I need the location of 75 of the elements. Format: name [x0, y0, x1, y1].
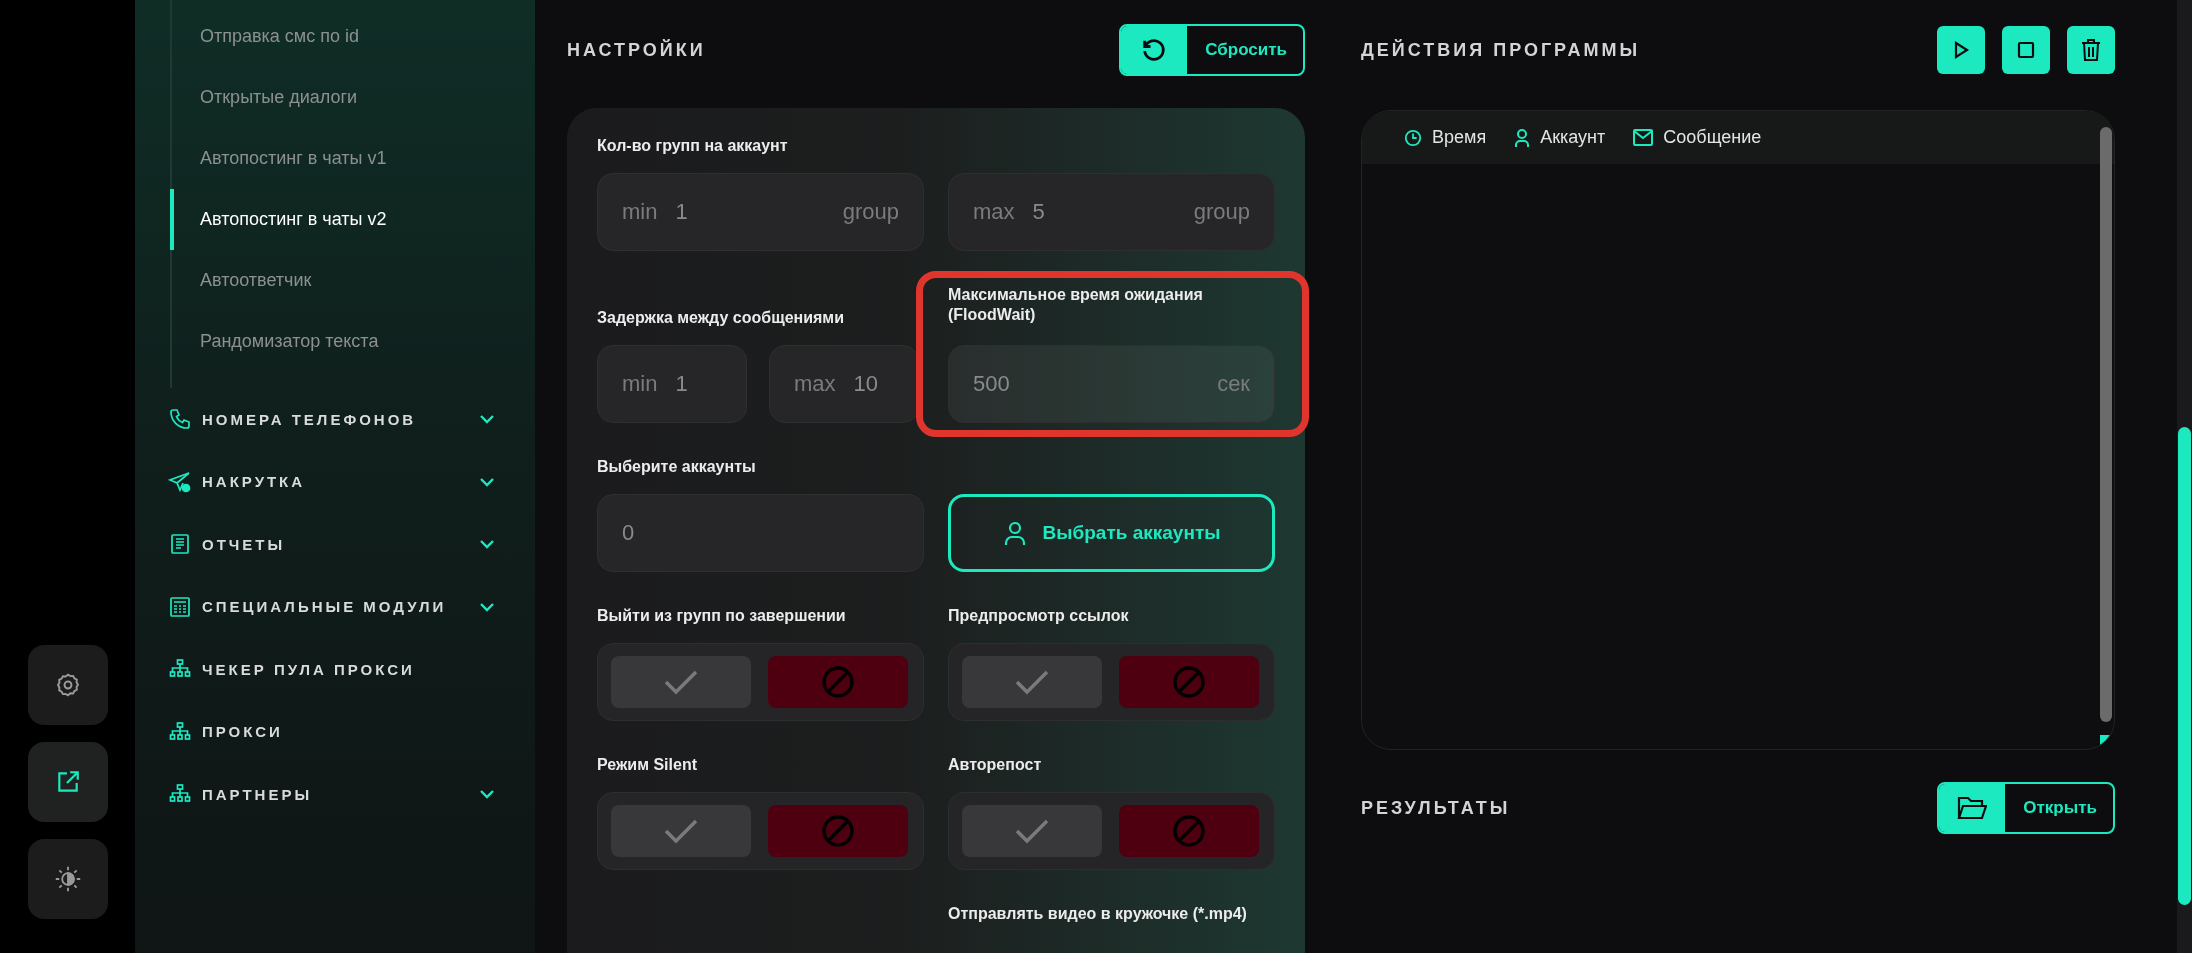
field-label: Режим Silent	[597, 755, 698, 775]
scrollbar[interactable]	[2100, 127, 2112, 722]
sidebar-item[interactable]: Автопостинг в чаты v2	[170, 189, 535, 250]
check-icon	[1014, 669, 1050, 695]
clock-icon	[1404, 128, 1422, 147]
stop-icon	[2016, 40, 2036, 60]
field-label: Выйти из групп по завершении	[597, 606, 847, 626]
section-title: ДЕЙСТВИЯ ПРОГРАММЫ	[1361, 39, 1641, 61]
column-header: Сообщение	[1663, 127, 1762, 148]
reset-button[interactable]: Сбросить	[1119, 24, 1305, 76]
section-title: НАСТРОЙКИ	[567, 39, 706, 61]
folder-icon	[1957, 795, 1988, 821]
sidebar-section[interactable]: ЧЕКЕР ПУЛА ПРОКСИ	[202, 660, 415, 678]
document-icon	[168, 532, 192, 557]
check-icon	[663, 669, 699, 695]
open-button[interactable]: Открыть	[1937, 782, 2115, 834]
chevron-icon[interactable]	[479, 601, 495, 612]
send-icon	[168, 469, 192, 494]
calculator-icon	[168, 594, 192, 619]
select-accounts-button[interactable]: Выбрать аккаунты	[948, 494, 1275, 572]
ban-icon	[1172, 814, 1206, 848]
field-label: Задержка между сообщениями	[597, 308, 846, 328]
sidebar-section[interactable]: НАКРУТКА	[202, 473, 306, 491]
sidebar-item[interactable]: Автоответчик	[170, 250, 535, 311]
chevron-icon[interactable]	[479, 539, 495, 550]
user-icon	[1514, 127, 1531, 148]
max-field[interactable]: max 5 group	[948, 173, 1275, 251]
theme-icon	[53, 865, 82, 893]
check-icon	[663, 818, 699, 844]
field-label: Выберите аккаунты	[597, 457, 757, 477]
ban-icon	[821, 814, 855, 848]
field-label: Кол-во групп на аккаунт	[597, 136, 789, 156]
delete-button[interactable]	[2067, 26, 2115, 74]
sidebar-item[interactable]: Отправка смс по id	[170, 6, 535, 67]
sidebar-item[interactable]: Рандомизатор текста	[170, 311, 535, 372]
input-field[interactable]: 500 сек	[948, 345, 1275, 423]
share-button[interactable]	[27, 742, 108, 822]
section-title: РЕЗУЛЬТАТЫ	[1361, 797, 1511, 819]
check-button[interactable]	[962, 656, 1102, 708]
mail-icon	[1633, 129, 1654, 146]
field-label: Предпросмотр ссылок	[948, 606, 1130, 626]
sidebar-section[interactable]: НОМЕРА ТЕЛЕФОНОВ	[202, 410, 417, 428]
sidebar-item[interactable]: Автопостинг в чаты v1	[170, 128, 535, 189]
check-button[interactable]	[962, 805, 1102, 857]
scrollbar[interactable]	[2178, 427, 2191, 905]
sidebar-section[interactable]: ОТЧЕТЫ	[202, 535, 286, 553]
settings-button[interactable]	[27, 645, 108, 725]
stop-button[interactable]	[2002, 26, 2050, 74]
phone-icon	[168, 407, 192, 432]
check-button[interactable]	[611, 805, 751, 857]
field-label: Максимальное время ожидания (FloodWait)	[948, 285, 1204, 325]
sidebar-section[interactable]: ПАРТНЕРЫ	[202, 785, 313, 803]
column-header: Время	[1432, 127, 1487, 148]
chevron-icon[interactable]	[479, 414, 495, 425]
ban-icon	[1172, 665, 1206, 699]
ban-icon	[821, 665, 855, 699]
sidebar-section[interactable]: СПЕЦИАЛЬНЫЕ МОДУЛИ	[202, 598, 447, 616]
input-field[interactable]: 0	[597, 494, 924, 572]
check-button[interactable]	[611, 656, 751, 708]
sidebar-item[interactable]: Открытые диалоги	[170, 67, 535, 128]
min-field[interactable]: min 1	[597, 345, 747, 423]
column-header: Аккаунт	[1540, 127, 1606, 148]
theme-button[interactable]	[27, 839, 108, 919]
min-field[interactable]: min 1 group	[597, 173, 924, 251]
trash-icon	[2080, 38, 2102, 62]
chevron-icon[interactable]	[479, 789, 495, 800]
max-field[interactable]: max 10	[769, 345, 919, 423]
field-label: Отправлять видео в кружочке (*.mp4)	[948, 904, 1248, 924]
gear-icon	[54, 672, 81, 698]
play-button[interactable]	[1937, 26, 1985, 74]
sidebar-section[interactable]: ПРОКСИ	[202, 723, 283, 741]
chevron-icon[interactable]	[479, 476, 495, 487]
field-label: Авторепост	[948, 755, 1043, 775]
check-icon	[1014, 818, 1050, 844]
user-icon	[1002, 520, 1027, 546]
